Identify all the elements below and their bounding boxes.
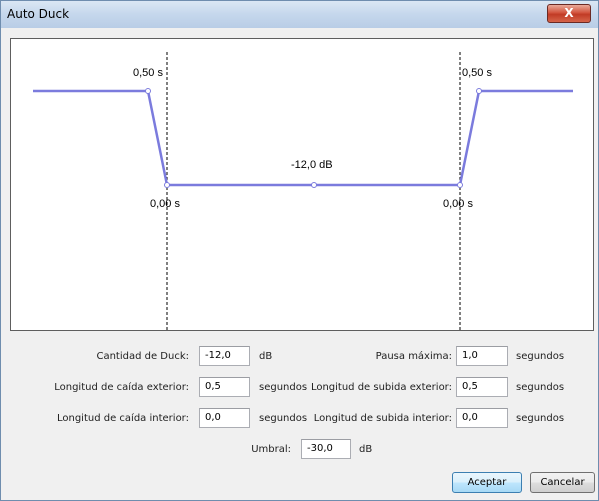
outer-fade-down-unit: segundos xyxy=(259,382,308,393)
outer-fade-up-label: Longitud de subida exterior: xyxy=(310,382,452,393)
fade-out-inner-label: 0,00 s xyxy=(150,198,180,210)
fade-out-outer-handle[interactable] xyxy=(145,88,151,94)
outer-fade-down-input[interactable]: 0,5 xyxy=(199,377,250,397)
inner-fade-up-input[interactable]: 0,0 xyxy=(456,408,508,428)
duck-amount-input[interactable]: -12,0 xyxy=(199,346,250,366)
window-title: Auto Duck xyxy=(7,7,70,21)
ok-button[interactable]: Aceptar xyxy=(452,472,522,493)
title-bar: Auto Duck X xyxy=(1,1,598,28)
outer-fade-up-input[interactable]: 0,5 xyxy=(456,377,508,397)
inner-fade-down-label: Longitud de caída interior: xyxy=(56,413,189,424)
duck-amount-label-text: Cantidad de Duck: xyxy=(96,351,189,362)
close-icon: X xyxy=(564,6,574,20)
cancel-button[interactable]: Cancelar xyxy=(530,472,595,493)
fade-in-outer-handle[interactable] xyxy=(476,88,482,94)
duck-amount-label: -12,0 dB xyxy=(291,159,333,171)
threshold-input[interactable]: -30,0 xyxy=(301,439,351,459)
inner-fade-up-label: Longitud de subida interior: xyxy=(313,413,452,424)
max-pause-label: Pausa máxima: xyxy=(375,351,452,362)
outer-fade-down-label: Longitud de caída exterior: xyxy=(54,382,189,393)
envelope-canvas xyxy=(33,52,573,331)
auto-duck-dialog: Auto Duck X 0,50 s 0,50 s -12,0 dB 0,00 … xyxy=(0,0,599,501)
outer-fade-up-unit: segundos xyxy=(516,382,565,393)
threshold-unit: dB xyxy=(359,444,373,455)
close-button[interactable]: X xyxy=(547,4,591,23)
duck-envelope-graph[interactable]: 0,50 s 0,50 s -12,0 dB 0,00 s 0,00 s xyxy=(10,38,594,331)
inner-fade-down-input[interactable]: 0,0 xyxy=(199,408,250,428)
fade-in-outer-label: 0,50 s xyxy=(462,67,492,79)
duck-amount-unit: dB xyxy=(259,351,273,362)
inner-fade-up-unit: segundos xyxy=(516,413,565,424)
fade-in-inner-handle[interactable] xyxy=(457,182,463,188)
fade-in-inner-label: 0,00 s xyxy=(443,198,473,210)
fade-out-outer-label: 0,50 s xyxy=(133,67,163,79)
inner-fade-down-unit: segundos xyxy=(259,413,308,424)
duck-amount-handle[interactable] xyxy=(311,182,317,188)
threshold-label: Umbral: xyxy=(251,444,291,455)
max-pause-unit: segundos xyxy=(516,351,565,362)
fade-out-inner-handle[interactable] xyxy=(164,182,170,188)
max-pause-input[interactable]: 1,0 xyxy=(456,346,508,366)
